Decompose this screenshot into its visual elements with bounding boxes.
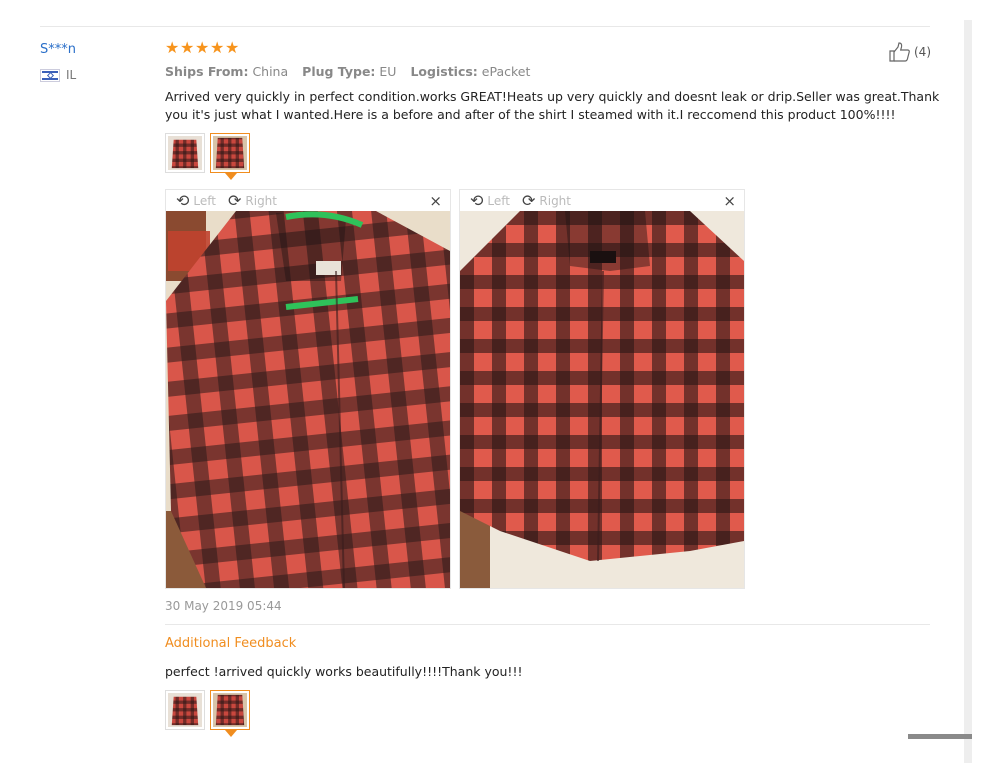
- review-thumbnail[interactable]: [165, 133, 205, 173]
- close-icon[interactable]: ×: [723, 192, 736, 210]
- review-text: Arrived very quickly in perfect conditio…: [165, 89, 940, 122]
- rotate-left-icon[interactable]: ⟲: [176, 192, 189, 209]
- review-thumbnail-active[interactable]: [210, 133, 250, 180]
- star-icon: ★: [195, 38, 210, 57]
- viewer-toolbar: ⟲ Left ⟳ Right: [166, 190, 450, 211]
- viewer-toolbar: ⟲ Left ⟳ Right: [460, 190, 744, 211]
- israel-flag-icon: [40, 68, 60, 82]
- rotate-right-button[interactable]: Right: [245, 194, 277, 208]
- star-icon: ★: [210, 38, 225, 57]
- rotate-left-button[interactable]: Left: [193, 194, 216, 208]
- star-icon: ★: [165, 38, 180, 57]
- buyer-country: IL: [40, 68, 76, 82]
- rotate-left-button[interactable]: Left: [487, 194, 510, 208]
- star-icon: ★: [225, 38, 240, 57]
- rotate-right-icon[interactable]: ⟳: [522, 192, 535, 209]
- ships-from-label: Ships From:: [165, 64, 249, 79]
- helpful-count: (4): [914, 45, 931, 59]
- additional-feedback-text: perfect !arrived quickly works beautiful…: [165, 664, 523, 679]
- helpful-button[interactable]: (4): [888, 42, 931, 62]
- star-rating: ★ ★ ★ ★ ★: [165, 40, 240, 56]
- review-thumbnails: [165, 133, 250, 180]
- scrollbar-track[interactable]: [964, 20, 972, 763]
- additional-thumbnail[interactable]: [165, 690, 205, 730]
- rotate-left-icon[interactable]: ⟲: [470, 192, 483, 209]
- order-info: Ships From: China Plug Type: EU Logistic…: [165, 64, 530, 79]
- logistics-value: ePacket: [481, 64, 531, 79]
- additional-thumbnails: [165, 690, 250, 737]
- buyer-country-code: IL: [66, 68, 77, 82]
- scrollbar-thumb[interactable]: [908, 734, 972, 739]
- review-date: 30 May 2019 05:44: [165, 599, 282, 613]
- review-photo-after: [460, 211, 744, 588]
- logistics-label: Logistics:: [410, 64, 478, 79]
- section-divider: [165, 624, 930, 625]
- additional-thumbnail-active[interactable]: [210, 690, 250, 737]
- plug-type-label: Plug Type:: [302, 64, 376, 79]
- image-viewer-before: ⟲ Left ⟳ Right ×: [165, 189, 451, 589]
- review-photo-before: [166, 211, 450, 588]
- rotate-right-icon[interactable]: ⟳: [228, 192, 241, 209]
- thumbs-up-icon: [889, 42, 910, 62]
- image-viewer-after: ⟲ Left ⟳ Right ×: [459, 189, 745, 589]
- top-divider: [40, 26, 930, 27]
- buyer-name[interactable]: S***n: [40, 42, 76, 57]
- rotate-right-button[interactable]: Right: [539, 194, 571, 208]
- plug-type-value: EU: [379, 64, 397, 79]
- close-icon[interactable]: ×: [429, 192, 442, 210]
- additional-feedback-title: Additional Feedback: [165, 636, 297, 651]
- star-icon: ★: [180, 38, 195, 57]
- ships-from-value: China: [252, 64, 289, 79]
